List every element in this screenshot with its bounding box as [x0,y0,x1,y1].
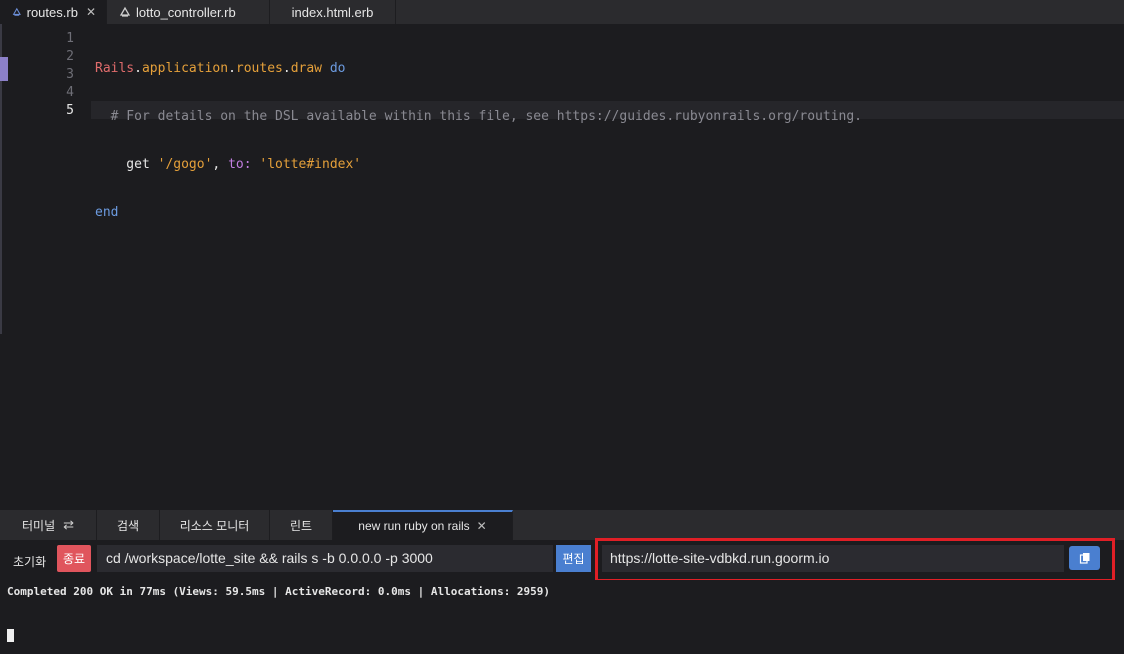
line-number: 5 [66,103,74,118]
stop-button[interactable]: 종료 [57,545,91,572]
ruby-file-icon [119,6,131,17]
tab-label: new run ruby on rails [358,519,470,533]
line-number: 4 [66,85,74,100]
tab-lotto-controller-rb[interactable]: lotto_controller.rb [107,0,270,24]
line-number-gutter: 1 2 3 4 5 [0,30,74,120]
edit-button[interactable]: 편집 [556,545,591,572]
ruby-file-icon [12,7,21,16]
bottom-panel-tabs: 터미널 ⇄ 검색 리소스 모니터 린트 new run ruby on rail… [0,510,1124,540]
tab-label: routes.rb [26,4,78,20]
tab-lint[interactable]: 린트 [270,510,333,540]
tab-resource-monitor[interactable]: 리소스 모니터 [160,510,270,540]
tab-label: lotto_controller.rb [136,4,236,20]
line-number: 1 [66,31,74,46]
run-command-field[interactable]: cd /workspace/lotte_site && rails s -b 0… [97,545,553,572]
line-number: 2 [66,49,74,64]
code-line: end [95,205,119,220]
url-highlight-box [595,538,1115,582]
tab-label: 검색 [116,518,140,533]
code-line: # For details on the DSL available withi… [95,109,863,124]
terminal-output-line: Completed 200 OK in 77ms (Views: 59.5ms … [7,585,551,598]
code-line: Rails.application.routes.draw do [95,61,346,76]
line-number: 3 [66,67,74,82]
tab-label: 터미널 [21,518,56,533]
terminal-cursor [7,629,14,642]
tab-search[interactable]: 검색 [97,510,160,540]
code-content[interactable]: Rails.application.routes.draw do # For d… [95,30,862,285]
code-line: get '/gogo', to: 'lotte#index' [95,157,362,172]
tab-run-rails[interactable]: new run ruby on rails ✕ [333,510,513,540]
tab-terminal[interactable]: 터미널 ⇄ [0,510,97,540]
close-tab-icon[interactable]: ✕ [477,519,487,533]
tab-routes-rb[interactable]: routes.rb ✕ [0,0,107,24]
tab-label: 린트 [289,518,313,533]
tab-label: 리소스 모니터 [179,518,250,533]
editor-tab-bar: routes.rb ✕ lotto_controller.rb index.ht… [0,0,1124,24]
tab-label: index.html.erb [291,4,374,20]
reset-button[interactable]: 초기화 [13,553,46,570]
tab-index-html-erb[interactable]: index.html.erb [270,0,396,24]
close-tab-icon[interactable]: ✕ [86,5,96,19]
sync-icon[interactable]: ⇄ [63,517,74,533]
